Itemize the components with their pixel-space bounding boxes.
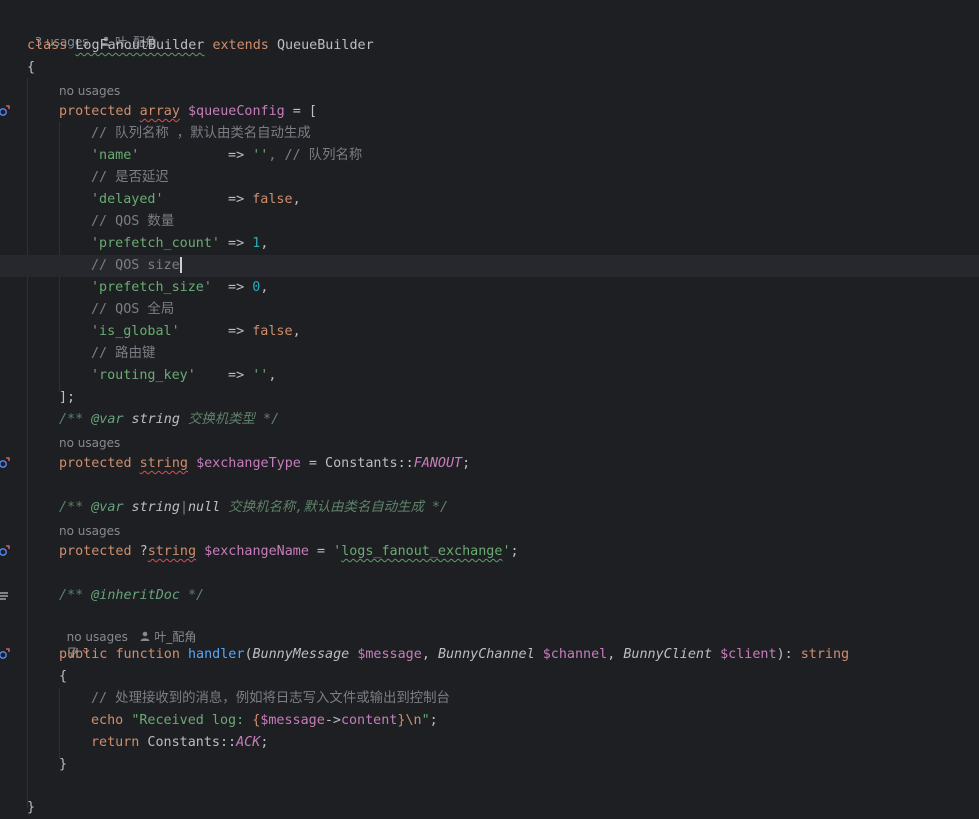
ai-actions-icon[interactable] — [59, 627, 93, 659]
usages-hint[interactable]: no usages — [59, 82, 120, 100]
code-line-comment[interactable]: // 队列名称 ，默认由类名自动生成 — [91, 123, 311, 145]
code-line-queue-config[interactable]: protected array $queueConfig = [ — [59, 101, 317, 123]
indent-guide — [27, 78, 28, 808]
author-hint[interactable]: 叶_配角 — [139, 630, 196, 644]
override-marker-icon[interactable] — [0, 105, 10, 117]
code-line-brace[interactable]: { — [59, 666, 67, 688]
usages-hint[interactable]: no usages — [59, 434, 120, 452]
code-line-class-decl[interactable]: class LogFanoutBuilder extends QueueBuil… — [27, 35, 374, 57]
usages-hint[interactable]: 3 usages 叶_配角 — [27, 15, 157, 49]
code-line-array-entry[interactable]: 'name' => '', // 队列名称 — [91, 145, 362, 167]
code-line-comment[interactable]: // QOS 全局 — [91, 299, 174, 321]
code-line-array-entry[interactable]: 'prefetch_count' => 1, — [91, 233, 268, 255]
override-marker-icon[interactable] — [0, 457, 10, 469]
override-marker-icon[interactable] — [0, 648, 10, 660]
code-line-brace[interactable]: { — [27, 57, 35, 79]
code-line-array-close[interactable]: ]; — [59, 387, 75, 409]
code-line-docblock[interactable]: /** @inheritDoc */ — [59, 585, 204, 607]
editor-gutter — [0, 0, 22, 813]
code-line-array-entry[interactable]: 'routing_key' => '', — [91, 365, 276, 387]
text-caret — [179, 257, 182, 273]
code-line-return[interactable]: return Constants::ACK; — [91, 732, 268, 754]
code-line-comment[interactable]: // 是否延迟 — [91, 167, 169, 189]
doc-toggle-icon[interactable] — [0, 590, 10, 602]
code-line-brace[interactable]: } — [27, 797, 35, 819]
code-line-comment[interactable]: // 路由键 — [91, 343, 155, 365]
code-line-array-entry[interactable]: 'is_global' => false, — [91, 321, 301, 343]
usages-hint[interactable]: no usages 叶_配角 — [59, 610, 197, 644]
code-line-comment-active[interactable]: // QOS size — [91, 255, 182, 277]
override-marker-icon[interactable] — [0, 545, 10, 557]
code-line-comment[interactable]: // QOS 数量 — [91, 211, 174, 233]
code-line-exchange-type[interactable]: protected string $exchangeType = Constan… — [59, 453, 470, 475]
code-line-comment[interactable]: // 处理接收到的消息，例如将日志写入文件或输出到控制台 — [91, 688, 450, 710]
code-line-array-entry[interactable]: 'prefetch_size' => 0, — [91, 277, 268, 299]
code-line-brace[interactable]: } — [59, 754, 67, 776]
person-icon — [140, 631, 150, 641]
code-line-docblock[interactable]: /** @var string 交换机类型 */ — [59, 409, 279, 431]
code-line-echo[interactable]: echo "Received log: {$message->content}\… — [91, 710, 438, 732]
code-line-docblock[interactable]: /** @var string|null 交换机名称,默认由类名自动生成 */ — [59, 497, 448, 519]
indent-guide — [59, 688, 60, 758]
code-line-function-decl[interactable]: public function handler(BunnyMessage $me… — [59, 644, 849, 666]
code-line-array-entry[interactable]: 'delayed' => false, — [91, 189, 301, 211]
code-line-exchange-name[interactable]: protected ?string $exchangeName = 'logs_… — [59, 541, 519, 563]
usages-hint[interactable]: no usages — [59, 522, 120, 540]
